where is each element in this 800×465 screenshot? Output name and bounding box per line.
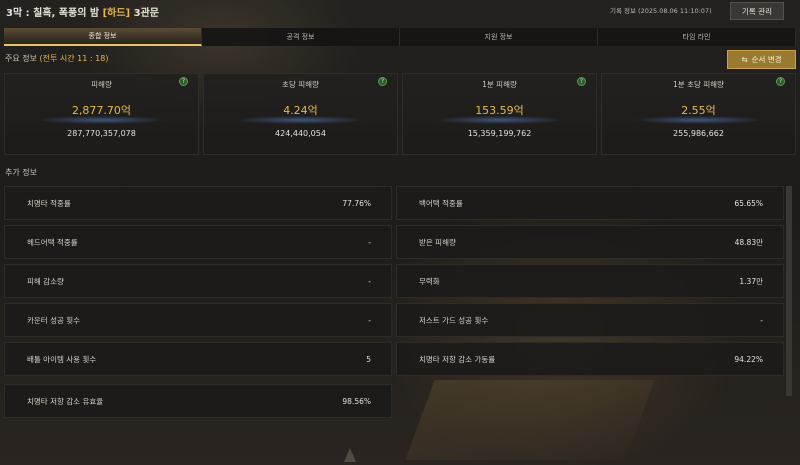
stat-row-damage-reduction: 피해 감소량 -: [4, 264, 392, 298]
main-info-heading: 주요 정보 (전투 시간 11 : 18): [5, 53, 108, 64]
stat-exact-value: 424,440,054: [275, 129, 326, 138]
help-icon[interactable]: ?: [577, 77, 586, 86]
stat-row-back-attack-rate: 백어택 적중률 65.65%: [396, 186, 784, 220]
row-value: 94.22%: [734, 354, 763, 364]
row-label: 저스트 가드 성공 횟수: [419, 315, 489, 325]
tab-timeline[interactable]: 타임 라인: [598, 28, 796, 46]
row-value: 77.76%: [342, 198, 371, 208]
stat-glow: [433, 116, 566, 124]
row-value: -: [368, 276, 371, 286]
tab-attack[interactable]: 공격 정보: [202, 28, 400, 46]
stat-row-crit-resist-valid-rate: 치명타 저항 감소 유효율 98.56%: [4, 384, 392, 418]
row-label: 받은 피해량: [419, 237, 456, 247]
stat-row-head-attack-rate: 헤드어택 적중률 -: [4, 225, 392, 259]
order-change-button[interactable]: ⇆ 순서 변경: [727, 50, 796, 69]
stat-glow: [632, 116, 765, 124]
help-icon[interactable]: ?: [179, 77, 188, 86]
row-label: 피해 감소량: [27, 276, 64, 286]
battle-time: (전투 시간 11 : 18): [39, 54, 109, 63]
row-label: 치명타 저항 감소 유효율: [27, 396, 104, 406]
swap-icon: ⇆: [741, 55, 748, 64]
row-value: -: [368, 315, 371, 325]
difficulty-label: [하드]: [102, 8, 131, 19]
row-value: 1.37만: [739, 276, 763, 286]
raid-name: 3막 : 칠흑, 폭풍의 밤: [6, 8, 100, 19]
stat-label: 피해량: [91, 80, 112, 89]
record-manage-button[interactable]: 기록 관리: [730, 2, 784, 20]
row-label: 헤드어택 적중률: [27, 237, 78, 247]
stat-row-just-guard-count: 저스트 가드 성공 횟수 -: [396, 303, 784, 337]
tab-overview[interactable]: 종합 정보: [4, 28, 202, 46]
stat-row-counter-count: 카운터 성공 횟수 -: [4, 303, 392, 337]
gate-label: 3관문: [133, 8, 159, 19]
row-value: 98.56%: [342, 396, 371, 406]
stat-exact-value: 15,359,199,762: [467, 129, 532, 138]
row-label: 무력화: [419, 276, 440, 286]
row-label: 배틀 아이템 사용 횟수: [27, 354, 97, 364]
stat-card-1min-damage: 1분 피해량 ? 153.59억 15,359,199,762: [402, 73, 597, 155]
tab-bar: 종합 정보 공격 정보 지원 정보 타임 라인: [4, 28, 796, 46]
help-icon[interactable]: ?: [378, 77, 387, 86]
row-value: 5: [366, 354, 371, 364]
record-info-text: 기록 정보 (2025.08.06 11:10:07): [610, 7, 712, 15]
row-value: 48.83만: [734, 237, 763, 247]
main-stats: 피해량 ? 2,877.70억 287,770,357,078 초당 피해량 ?…: [4, 73, 796, 155]
stat-label: 1분 초당 피해량: [673, 80, 724, 89]
row-label: 치명타 저항 감소 가동률: [419, 354, 496, 364]
scrollbar[interactable]: [786, 186, 792, 396]
stat-row-battle-item-count: 배틀 아이템 사용 횟수 5: [4, 342, 392, 376]
raid-title: 3막 : 칠흑, 폭풍의 밤 [하드] 3관문: [6, 4, 159, 19]
main-info-label: 주요 정보: [5, 54, 37, 63]
stat-exact-value: 255,986,662: [673, 129, 724, 138]
stat-row-crit-resist-uptime: 치명타 저항 감소 가동률 94.22%: [396, 342, 784, 376]
stat-label: 1분 피해량: [482, 80, 517, 89]
stat-card-1min-dps: 1분 초당 피해량 ? 2.55억 255,986,662: [601, 73, 796, 155]
row-value: 65.65%: [734, 198, 763, 208]
row-value: -: [368, 237, 371, 247]
stat-glow: [234, 116, 367, 124]
tab-support[interactable]: 지원 정보: [400, 28, 598, 46]
row-label: 백어택 적중률: [419, 198, 463, 208]
stat-card-dps: 초당 피해량 ? 4.24억 424,440,054: [203, 73, 398, 155]
stat-row-damage-taken: 받은 피해량 48.83만: [396, 225, 784, 259]
row-label: 카운터 성공 횟수: [27, 315, 81, 325]
extra-info-label: 추가 정보: [5, 168, 37, 177]
row-label: 치명타 적중률: [27, 198, 71, 208]
row-value: -: [760, 315, 763, 325]
stat-row-crit-rate: 치명타 적중률 77.76%: [4, 186, 392, 220]
help-icon[interactable]: ?: [776, 77, 785, 86]
stat-row-stagger: 무력화 1.37만: [396, 264, 784, 298]
stat-glow: [35, 116, 168, 124]
extra-info-panel: 치명타 적중률 77.76% 헤드어택 적중률 - 피해 감소량 - 카운터 성…: [4, 184, 796, 420]
stat-exact-value: 287,770,357,078: [67, 129, 136, 138]
stat-card-damage: 피해량 ? 2,877.70억 287,770,357,078: [4, 73, 199, 155]
stat-label: 초당 피해량: [282, 80, 319, 89]
order-change-label: 순서 변경: [751, 55, 782, 64]
background-triangle-mark: [344, 448, 356, 462]
